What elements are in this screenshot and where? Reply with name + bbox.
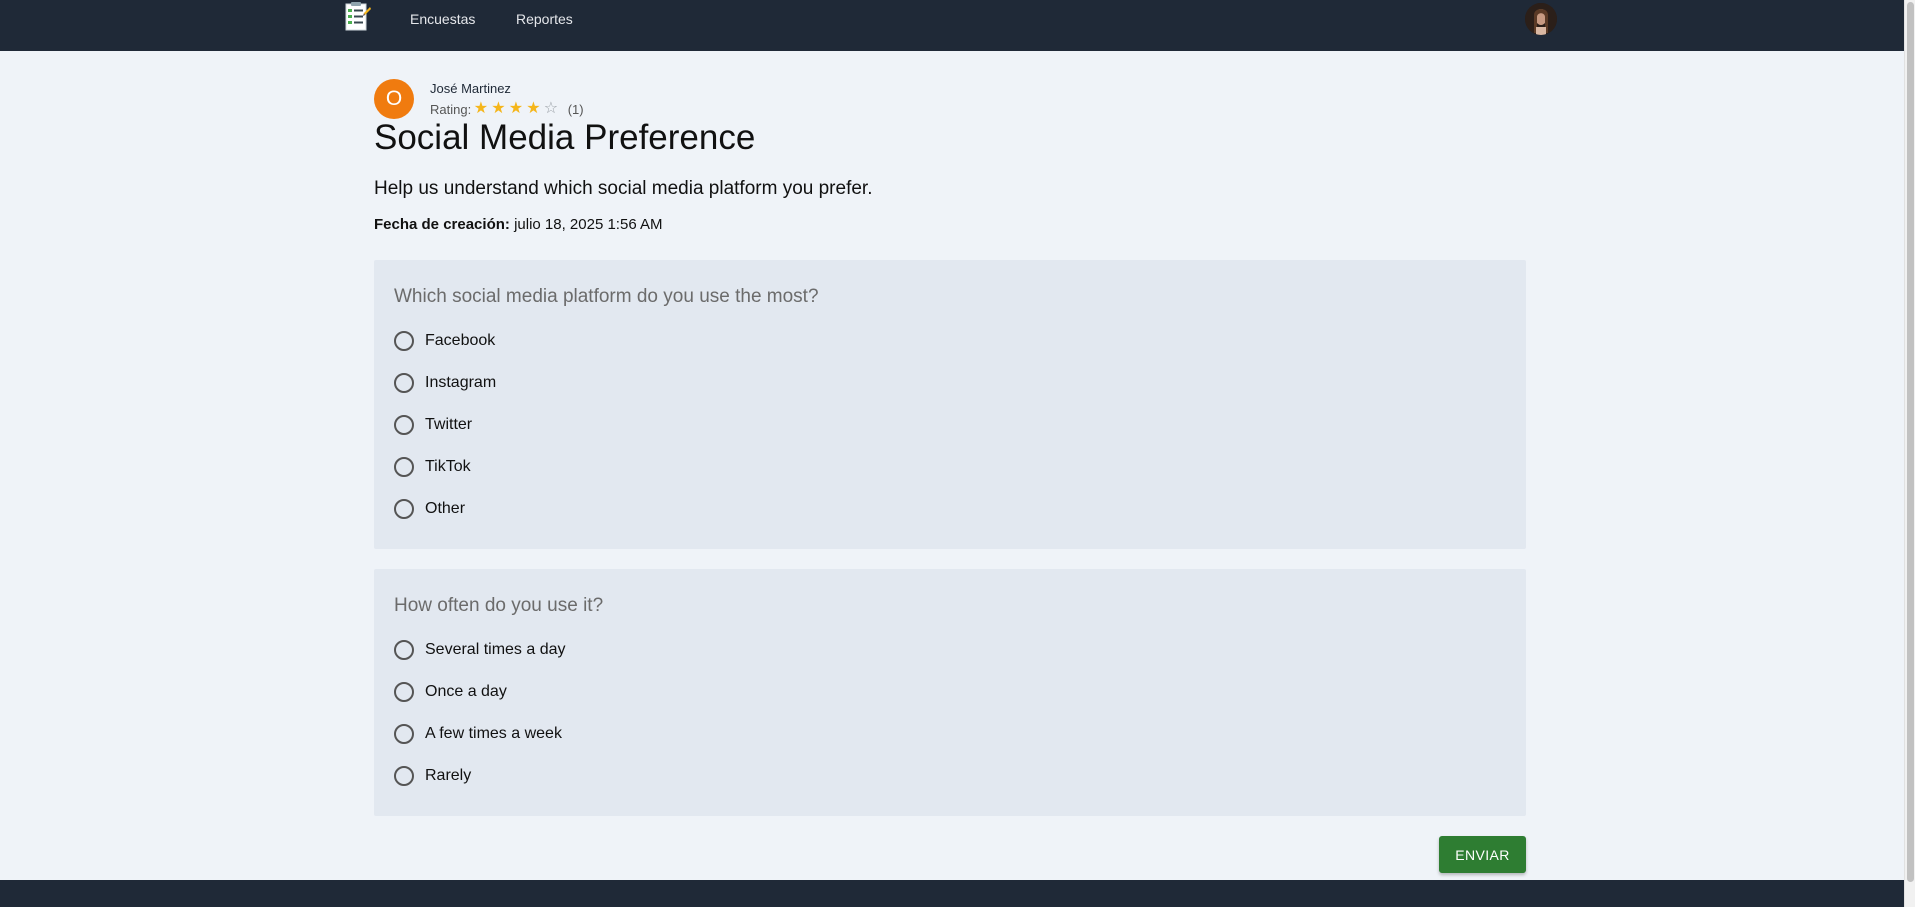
nav-link-reportes[interactable]: Reportes (516, 11, 573, 27)
star-filled-icon: ★ (508, 100, 524, 117)
question-text: Which social media platform do you use t… (394, 286, 819, 307)
option-label: Once a day (425, 683, 507, 700)
top-navbar: Encuestas Reportes (0, 0, 1904, 51)
option-label: Several times a day (425, 641, 566, 658)
author-rating: Rating: ★ ★ ★ ★ ☆ (1) (430, 101, 584, 117)
user-avatar-photo (1525, 3, 1557, 35)
rating-label: Rating: (430, 101, 472, 117)
option-label: A few times a week (425, 725, 562, 742)
option-tiktok[interactable]: TikTok (394, 456, 471, 478)
rating-count: (1) (567, 101, 584, 117)
radio-button[interactable] (394, 499, 414, 519)
option-facebook[interactable]: Facebook (394, 330, 495, 352)
scrollbar-thumb[interactable] (1907, 2, 1914, 882)
question-card-2: How often do you use it? Several times a… (374, 569, 1526, 816)
option-a-few-times-a-week[interactable]: A few times a week (394, 723, 562, 745)
option-other[interactable]: Other (394, 498, 465, 520)
submit-button[interactable]: ENVIAR (1439, 836, 1526, 873)
radio-button[interactable] (394, 682, 414, 702)
question-card-1: Which social media platform do you use t… (374, 260, 1526, 549)
star-empty-icon: ☆ (543, 100, 559, 117)
radio-button[interactable] (394, 457, 414, 477)
option-instagram[interactable]: Instagram (394, 372, 496, 394)
rating-stars: ★ ★ ★ ★ ☆ (472, 101, 560, 117)
survey-title: Social Media Preference (374, 118, 756, 157)
option-label: Rarely (425, 767, 472, 784)
option-label: Twitter (425, 416, 473, 433)
option-twitter[interactable]: Twitter (394, 414, 472, 436)
radio-button[interactable] (394, 415, 414, 435)
page: Encuestas Reportes O José Martinez Ratin… (0, 0, 1915, 907)
author-avatar: O (374, 79, 414, 119)
creation-date: Fecha de creación: julio 18, 2025 1:56 A… (374, 216, 663, 233)
radio-button[interactable] (394, 724, 414, 744)
option-label: Instagram (425, 374, 497, 391)
creation-date-value: julio 18, 2025 1:56 AM (514, 216, 663, 233)
radio-button[interactable] (394, 640, 414, 660)
survey-description: Help us understand which social media pl… (374, 178, 873, 199)
option-label: TikTok (425, 458, 471, 475)
survey-checklist-icon[interactable] (344, 1, 372, 32)
option-several-times-a-day[interactable]: Several times a day (394, 639, 566, 661)
question-text: How often do you use it? (394, 595, 604, 616)
radio-button[interactable] (394, 766, 414, 786)
star-filled-icon: ★ (491, 100, 506, 117)
star-filled-icon: ★ (526, 100, 541, 117)
footer (0, 880, 1904, 907)
radio-button[interactable] (394, 373, 414, 393)
nav-link-encuestas[interactable]: Encuestas (410, 11, 475, 27)
option-rarely[interactable]: Rarely (394, 765, 471, 787)
radio-button[interactable] (394, 331, 414, 351)
option-once-a-day[interactable]: Once a day (394, 681, 507, 703)
option-label: Facebook (425, 332, 496, 349)
creation-date-label: Fecha de creación: (374, 216, 510, 233)
option-label: Other (425, 500, 466, 517)
author-name: José Martinez (430, 81, 511, 96)
star-filled-icon: ★ (473, 100, 489, 117)
user-avatar[interactable] (1525, 3, 1557, 35)
vertical-scrollbar[interactable] (1904, 0, 1915, 907)
